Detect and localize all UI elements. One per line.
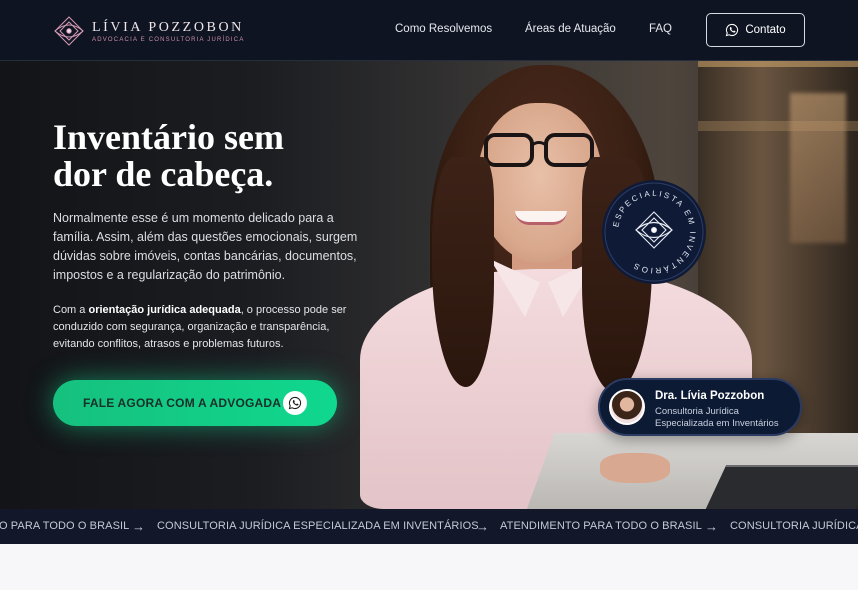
hero-title-line2: dor de cabeça. — [53, 154, 274, 194]
glasses — [484, 133, 594, 167]
whatsapp-icon — [283, 391, 307, 415]
marquee-item: CONSULTORIA JURÍDICA ESPECIALIZADA EM IN… — [157, 520, 479, 532]
profile-name: Dra. Lívia Pozzobon — [655, 390, 765, 402]
profile-card: Dra. Lívia Pozzobon Consultoria Jurídica… — [598, 378, 802, 436]
hero-title-line1: Inventário sem — [53, 117, 284, 157]
nav-areas-de-atuacao[interactable]: Áreas de Atuação — [525, 23, 616, 35]
nav-como-resolvemos[interactable]: Como Resolvemos — [395, 23, 492, 35]
logo-name: LÍVIA POZZOBON — [92, 19, 244, 35]
marquee-item: CONSULTORIA JURÍDICA — [730, 520, 858, 532]
specialist-badge: ESPECIALISTA EM INVENTÁRIOS — [602, 180, 706, 284]
marquee-strip: O PARA TODO O BRASIL → CONSULTORIA JURÍD… — [0, 509, 858, 544]
profile-subtitle-line1: Consultoria Jurídica — [655, 406, 739, 417]
hero-paragraph-2: Com a orientação jurídica adequada, o pr… — [53, 302, 363, 353]
arrow-right-icon: → — [132, 519, 145, 534]
background-window — [790, 93, 846, 243]
hero-paragraph-1: Normalmente esse é um momento delicado p… — [53, 211, 358, 282]
logo-tagline: ADVOCACIA E CONSULTORIA JURÍDICA — [92, 36, 245, 43]
whatsapp-icon — [726, 23, 739, 37]
profile-subtitle-line2: Especializada em Inventários — [655, 418, 779, 429]
contact-button[interactable]: Contato — [706, 13, 805, 47]
contact-button-label: Contato — [745, 24, 786, 36]
next-section — [0, 544, 858, 590]
marquee-item: O PARA TODO O BRASIL — [0, 520, 130, 532]
cta-label: FALE AGORA COM A ADVOGADA — [83, 396, 282, 410]
arrow-right-icon: → — [476, 519, 489, 534]
logo[interactable]: LÍVIA POZZOBON ADVOCACIA E CONSULTORIA J… — [52, 15, 245, 47]
avatar — [609, 389, 645, 425]
site-header: LÍVIA POZZOBON ADVOCACIA E CONSULTORIA J… — [0, 0, 858, 61]
profile-subtitle: Consultoria Jurídica Especializada em In… — [655, 406, 795, 430]
cta-talk-to-lawyer-button[interactable]: FALE AGORA COM A ADVOGADA — [53, 380, 337, 426]
hero-title: Inventário sem dor de cabeça. — [53, 119, 353, 193]
hero-p2-prefix: Com a — [53, 304, 89, 316]
arrow-right-icon: → — [705, 519, 718, 534]
hero-p2-bold: orientação jurídica adequada — [88, 304, 241, 316]
logo-ornament-icon — [54, 16, 84, 46]
hero-section: ESPECIALISTA EM INVENTÁRIOS Inventário s… — [0, 61, 858, 509]
nav-faq[interactable]: FAQ — [649, 23, 672, 35]
marquee-item: ATENDIMENTO PARA TODO O BRASIL — [500, 520, 702, 532]
